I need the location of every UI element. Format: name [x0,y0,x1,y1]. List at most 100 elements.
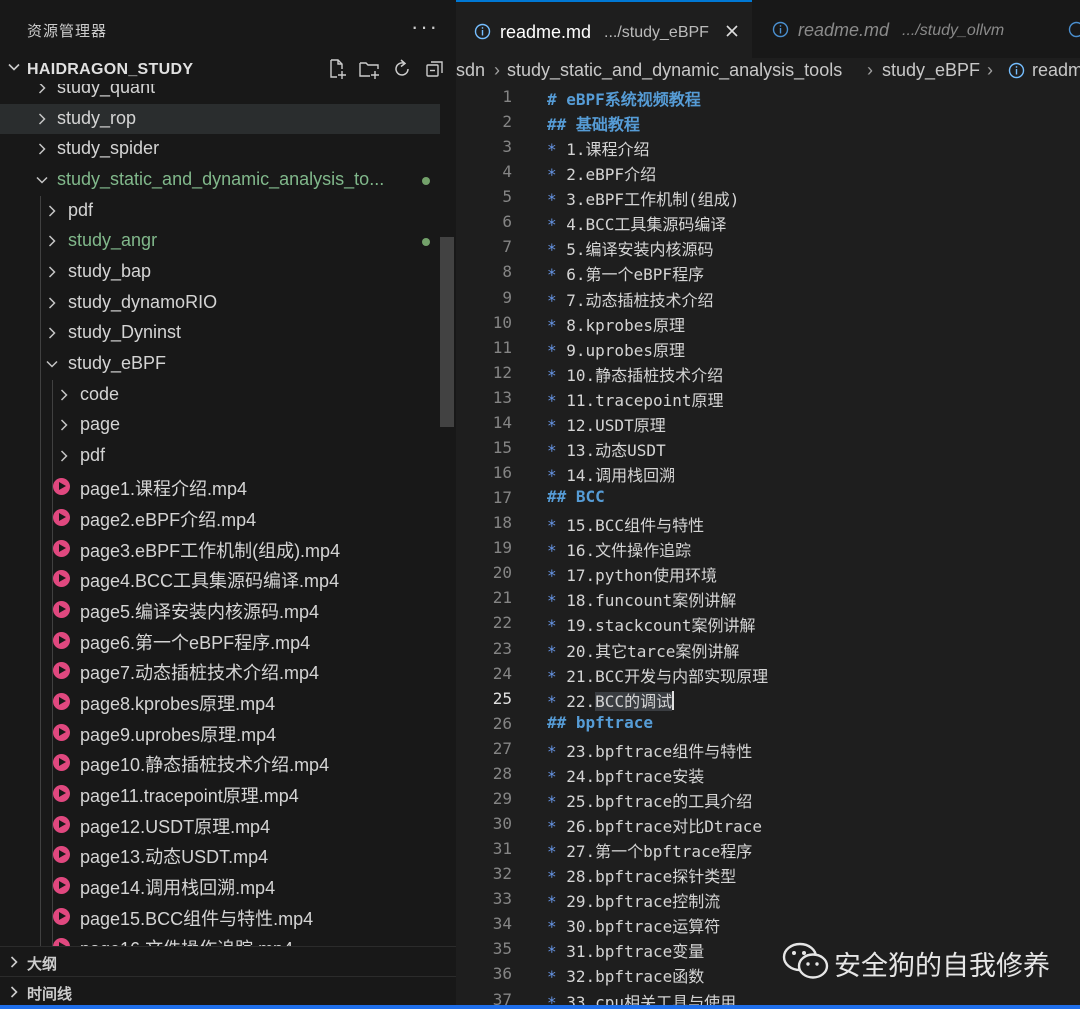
line-number: 5 [502,187,512,207]
tab-readme-ollvm[interactable]: readme.md .../study_ollvm [754,0,1054,58]
chevron-right-icon [38,143,46,155]
file-item[interactable]: page11.tracepoint原理.mp4 [0,778,440,808]
new-file-icon[interactable] [326,58,348,80]
code-line[interactable]: 2 ## 基础教程 [456,110,1080,135]
workspace-header[interactable]: HAIDRAGON_STUDY [0,56,456,84]
bullet-marker: * [547,942,567,962]
collapse-all-icon[interactable] [424,58,446,80]
code-line[interactable]: 14 * 12.USDT原理 [456,411,1080,436]
tab-readme-ebpf[interactable]: readme.md .../study_eBPF [456,0,752,58]
folder-item[interactable]: study_eBPF [0,349,440,379]
code-line[interactable]: 6 * 4.BCC工具集源码编译 [456,210,1080,235]
code-line[interactable]: 29 * 25.bpftrace的工具介绍 [456,787,1080,812]
file-item[interactable]: page2.eBPF介绍.mp4 [0,502,440,532]
folder-item[interactable]: study_dynamoRIO [0,288,440,318]
code-line[interactable]: 21 * 18.funcount案例讲解 [456,586,1080,611]
code-line[interactable]: 34 * 30.bpftrace运算符 [456,912,1080,937]
list-item-content: 21.BCC开发与内部实现原理 [566,666,769,686]
new-folder-icon[interactable] [358,58,380,80]
code-line[interactable]: 15 * 13.动态USDT [456,436,1080,461]
code-line[interactable]: 11 * 9.uprobes原理 [456,336,1080,361]
file-item[interactable]: page15.BCC组件与特性.mp4 [0,901,440,931]
sidebar-scrollbar[interactable] [440,237,454,427]
file-item[interactable]: page3.eBPF工作机制(组成).mp4 [0,533,440,563]
text-cursor [672,690,675,710]
list-item-text: * 19.stackcount案例讲解 [547,612,756,636]
code-line[interactable]: 31 * 27.第一个bpftrace程序 [456,837,1080,862]
folder-item[interactable]: study_rop [0,103,440,134]
file-item[interactable]: page12.USDT原理.mp4 [0,809,440,839]
video-file-icon [53,938,70,946]
file-item[interactable]: page13.动态USDT.mp4 [0,839,440,869]
code-line[interactable]: 7 * 5.编译安装内核源码 [456,235,1080,260]
breadcrumb-item[interactable]: readme.md [1032,60,1080,81]
chevron-right-icon [60,388,68,401]
folder-item[interactable]: page [0,410,440,440]
tree-item-label: page11.tracepoint原理.mp4 [80,785,299,806]
folder-item[interactable]: study_bap [0,257,440,287]
file-item[interactable]: page1.课程介绍.mp4 [0,471,440,501]
code-line[interactable]: 24 * 21.BCC开发与内部实现原理 [456,662,1080,687]
code-line[interactable]: 13 * 11.tracepoint原理 [456,386,1080,411]
code-line[interactable]: 5 * 3.eBPF工作机制(组成) [456,185,1080,210]
line-number: 34 [492,914,512,934]
code-line[interactable]: 27 * 23.bpftrace组件与特性 [456,737,1080,762]
code-line[interactable]: 22 * 19.stackcount案例讲解 [456,611,1080,636]
code-line[interactable]: 28 * 24.bpftrace安装 [456,762,1080,787]
folder-item[interactable]: study_static_and_dynamic_analysis_to... [0,165,440,195]
code-line[interactable]: 9 * 7.动态插桩技术介绍 [456,286,1080,311]
breadcrumb-item[interactable]: study_static_and_dynamic_analysis_tools [507,60,842,81]
code-editor[interactable]: 1 # eBPF系统视频教程 2 ## 基础教程 3 * 1.课程介绍 4 * 2.eBPF介… [456,84,1080,1009]
file-item[interactable]: page4.BCC工具集源码编译.mp4 [0,563,440,593]
file-item[interactable]: page9.uprobes原理.mp4 [0,717,440,747]
code-line[interactable]: 18 * 15.BCC组件与特性 [456,511,1080,536]
code-line[interactable]: 3 * 1.课程介绍 [456,135,1080,160]
refresh-icon[interactable] [391,58,413,80]
code-line[interactable]: 20 * 17.python使用环境 [456,561,1080,586]
breadcrumb-item[interactable]: study_eBPF [882,60,980,81]
video-file-icon [53,478,70,496]
file-item[interactable]: page6.第一个eBPF程序.mp4 [0,625,440,655]
file-item[interactable]: page5.编译安装内核源码.mp4 [0,594,440,624]
code-line[interactable]: 23 * 20.其它tarce案例讲解 [456,637,1080,662]
timeline-section[interactable]: 时间线 [0,976,456,1007]
code-line[interactable]: 1 # eBPF系统视频教程 [456,85,1080,110]
folder-item[interactable]: pdf [0,196,440,226]
list-item-content: 14.调用栈回溯 [566,466,676,486]
bullet-marker: * [547,516,567,536]
tree-item-label: page10.静态插桩技术介绍.mp4 [80,755,330,776]
code-line[interactable]: 30 * 26.bpftrace对比Dtrace [456,812,1080,837]
code-line[interactable]: 26 ## bpftrace [456,712,1080,737]
file-item[interactable]: page16.文件操作追踪.mp4 [0,931,440,946]
file-item[interactable]: page10.静态插桩技术介绍.mp4 [0,747,440,777]
chevron-right-icon [60,419,68,431]
info-icon[interactable] [1068,21,1080,38]
more-actions-button[interactable]: ··· [411,14,439,40]
file-item[interactable]: page7.动态插桩技术介绍.mp4 [0,655,440,685]
code-line[interactable]: 32 * 28.bpftrace探针类型 [456,862,1080,887]
folder-item[interactable]: study_angr [0,226,440,256]
folder-item[interactable]: code [0,380,440,410]
breadcrumb-item[interactable]: sdn [456,60,485,81]
outline-section[interactable]: 大纲 [0,946,456,977]
folder-item[interactable]: study_Dyninst [0,318,440,348]
file-item[interactable]: page14.调用栈回溯.mp4 [0,870,440,900]
folder-item[interactable]: pdf [0,441,440,471]
line-number: 13 [492,387,512,407]
code-line[interactable]: 25 * 22.BCC的调试 [456,687,1080,712]
outline-section-label: 大纲 [27,956,58,973]
code-line[interactable]: 19 * 16.文件操作追踪 [456,536,1080,561]
code-line[interactable]: 17 ## BCC [456,486,1080,511]
code-line[interactable]: 4 * 2.eBPF介绍 [456,160,1080,185]
code-line[interactable]: 8 * 6.第一个eBPF程序 [456,260,1080,285]
code-line[interactable]: 16 * 14.调用栈回溯 [456,461,1080,486]
folder-item[interactable]: study_quant [0,84,440,103]
code-line[interactable]: 33 * 29.bpftrace控制流 [456,887,1080,912]
file-item[interactable]: page8.kprobes原理.mp4 [0,686,440,716]
list-item-text: * 26.bpftrace对比Dtrace [547,813,762,837]
line-number: 23 [492,638,512,658]
folder-item[interactable]: study_spider [0,134,440,164]
code-line[interactable]: 10 * 8.kprobes原理 [456,311,1080,336]
code-line[interactable]: 12 * 10.静态插桩技术介绍 [456,361,1080,386]
close-icon[interactable] [724,23,740,39]
